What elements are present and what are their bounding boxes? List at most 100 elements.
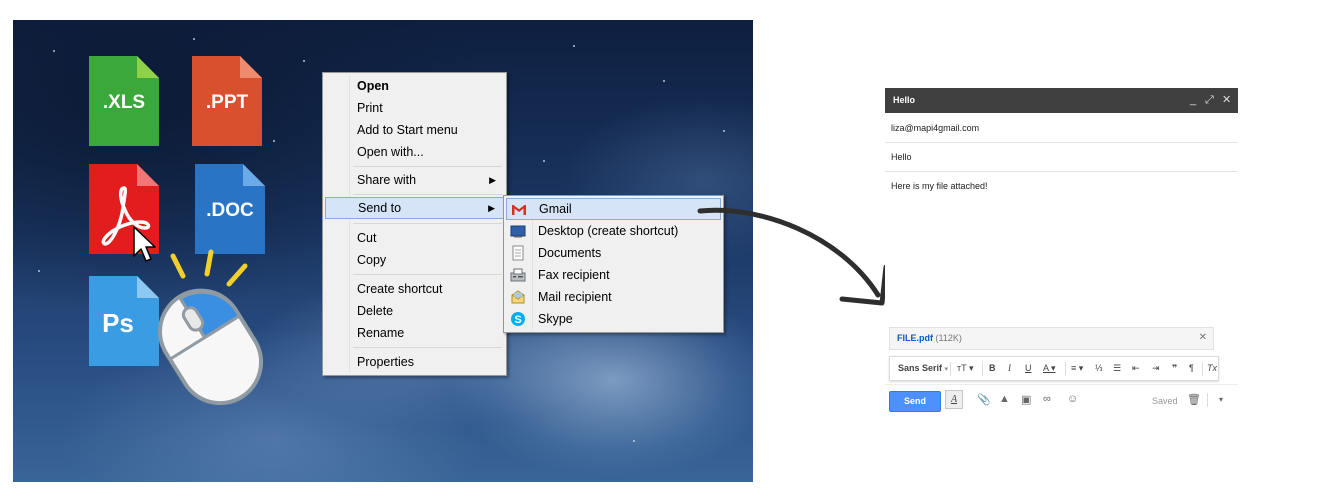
attachment-filename: FILE.pdf <box>897 333 933 343</box>
emoji-icon[interactable]: ☺ <box>1067 393 1078 405</box>
field-divider <box>885 142 1238 143</box>
curved-arrow-icon <box>697 207 889 306</box>
send-to-fax[interactable]: Fax recipient <box>506 264 721 286</box>
menu-item-create-shortcut[interactable]: Create shortcut <box>325 278 504 300</box>
compose-bottom-bar: Send A 📎 ▲ ▣ ∞ ☺ Saved 🗑 ▾ <box>885 384 1238 416</box>
skype-icon: S <box>511 312 525 326</box>
quote-icon[interactable]: ❞ <box>1172 363 1177 374</box>
menu-item-label: Share with <box>357 173 417 187</box>
formatting-toggle-icon[interactable]: A <box>945 390 963 409</box>
send-to-skype[interactable]: S Skype <box>506 308 721 330</box>
menu-separator <box>353 166 502 167</box>
font-family-label: Sans Serif <box>898 363 943 373</box>
mail-icon <box>511 290 525 304</box>
menu-separator <box>353 274 502 275</box>
star <box>663 80 665 82</box>
mouse-click-icon <box>157 249 264 406</box>
message-body[interactable]: Here is my file attached! <box>891 181 988 191</box>
menu-item-print[interactable]: Print <box>325 97 504 119</box>
chevron-down-icon: ▾ <box>944 366 949 373</box>
underline-icon[interactable]: U <box>1025 363 1032 373</box>
send-to-gmail[interactable]: Gmail <box>506 198 721 220</box>
toolbar-separator <box>1207 393 1208 407</box>
close-icon[interactable]: ✕ <box>1222 93 1231 107</box>
insert-photo-icon[interactable]: ▣ <box>1021 393 1031 406</box>
send-button[interactable]: Send <box>889 391 941 412</box>
toolbar-separator <box>982 362 983 376</box>
google-drive-icon[interactable]: ▲ <box>999 393 1010 405</box>
menu-item-share-with[interactable]: Share with ▶ <box>325 169 504 191</box>
expand-icon[interactable]: ⤢ <box>1205 93 1214 107</box>
submenu-item-label: Desktop (create shortcut) <box>538 224 679 238</box>
field-divider <box>885 171 1238 172</box>
font-family-select[interactable]: Sans Serif ▾ <box>898 363 948 373</box>
formatting-toolbar: Sans Serif ▾ ᴛT ▾ B I U A ▾ ≡ ▾ ⅓ ☰ ⇤ ⇥ … <box>889 356 1219 381</box>
attach-file-icon[interactable]: 📎 <box>977 393 991 406</box>
submenu-item-label: Fax recipient <box>538 268 610 282</box>
desktop-icon <box>510 225 526 238</box>
numbered-list-icon[interactable]: ⅓ <box>1095 363 1103 373</box>
file-extension-label: .DOC <box>206 200 254 221</box>
menu-item-send-to[interactable]: Send to ▶ <box>325 197 504 219</box>
attachment-chip[interactable]: FILE.pdf (112K) ✕ <box>889 327 1214 350</box>
doc-file-icon[interactable]: .DOC <box>195 164 265 254</box>
xls-file-icon[interactable]: .XLS <box>89 56 159 146</box>
gmail-compose-window: Hello _ ⤢ ✕ liza@mapi4gmail.com Hello He… <box>885 88 1238 415</box>
star <box>38 270 40 272</box>
star <box>633 440 635 442</box>
rtl-icon[interactable]: ¶ <box>1189 363 1194 373</box>
bulleted-list-icon[interactable]: ☰ <box>1113 363 1121 374</box>
font-size-icon[interactable]: ᴛT ▾ <box>957 363 973 374</box>
menu-item-rename[interactable]: Rename <box>325 322 504 344</box>
to-field[interactable]: liza@mapi4gmail.com <box>891 123 979 133</box>
attachment-size: (112K) <box>935 333 962 343</box>
send-to-desktop[interactable]: Desktop (create shortcut) <box>506 220 721 242</box>
compose-titlebar: Hello _ ⤢ ✕ <box>885 88 1238 113</box>
send-to-mail[interactable]: Mail recipient <box>506 286 721 308</box>
insert-link-icon[interactable]: ∞ <box>1043 393 1051 405</box>
gmail-icon <box>512 205 526 215</box>
menu-item-copy[interactable]: Copy <box>325 249 504 271</box>
star <box>273 140 275 142</box>
submenu-arrow-icon: ▶ <box>489 175 496 185</box>
submenu-item-label: Documents <box>538 246 602 260</box>
menu-separator <box>353 194 502 195</box>
menu-item-open-with[interactable]: Open with... <box>325 141 504 163</box>
remove-formatting-icon[interactable]: Tx <box>1207 363 1217 373</box>
minimize-icon[interactable]: _ <box>1190 93 1196 107</box>
fax-icon <box>510 268 526 282</box>
saved-status: Saved <box>1152 396 1178 406</box>
menu-item-properties[interactable]: Properties <box>325 351 504 373</box>
star <box>723 130 725 132</box>
menu-item-cut[interactable]: Cut <box>325 227 504 249</box>
star <box>303 60 305 62</box>
menu-item-delete[interactable]: Delete <box>325 300 504 322</box>
text-color-icon[interactable]: A ▾ <box>1043 363 1056 374</box>
file-extension-label: .PPT <box>205 92 249 113</box>
bold-icon[interactable]: B <box>989 363 996 373</box>
remove-attachment-icon[interactable]: ✕ <box>1199 332 1207 343</box>
align-icon[interactable]: ≡ ▾ <box>1071 363 1083 374</box>
star <box>53 50 55 52</box>
submenu-item-label: Gmail <box>539 202 572 216</box>
menu-item-open[interactable]: Open <box>325 75 504 97</box>
attachment-name: FILE.pdf (112K) <box>897 333 962 343</box>
toolbar-separator <box>1202 362 1203 376</box>
toolbar-separator <box>1065 362 1066 376</box>
ppt-file-icon[interactable]: .PPT <box>192 56 262 146</box>
italic-icon[interactable]: I <box>1008 363 1011 373</box>
star <box>543 160 545 162</box>
indent-less-icon[interactable]: ⇤ <box>1132 363 1140 374</box>
subject-field[interactable]: Hello <box>891 152 912 162</box>
submenu-item-label: Mail recipient <box>538 290 612 304</box>
compose-title: Hello <box>893 95 916 105</box>
submenu-arrow-icon: ▶ <box>488 203 495 213</box>
trash-icon[interactable]: 🗑 <box>1187 393 1201 406</box>
toolbar-separator <box>950 362 951 376</box>
menu-item-add-to-start[interactable]: Add to Start menu <box>325 119 504 141</box>
more-options-icon[interactable]: ▾ <box>1219 395 1223 404</box>
star <box>193 38 195 40</box>
context-menu: Open Print Add to Start menu Open with..… <box>322 72 507 376</box>
send-to-documents[interactable]: Documents <box>506 242 721 264</box>
indent-more-icon[interactable]: ⇥ <box>1152 363 1160 374</box>
